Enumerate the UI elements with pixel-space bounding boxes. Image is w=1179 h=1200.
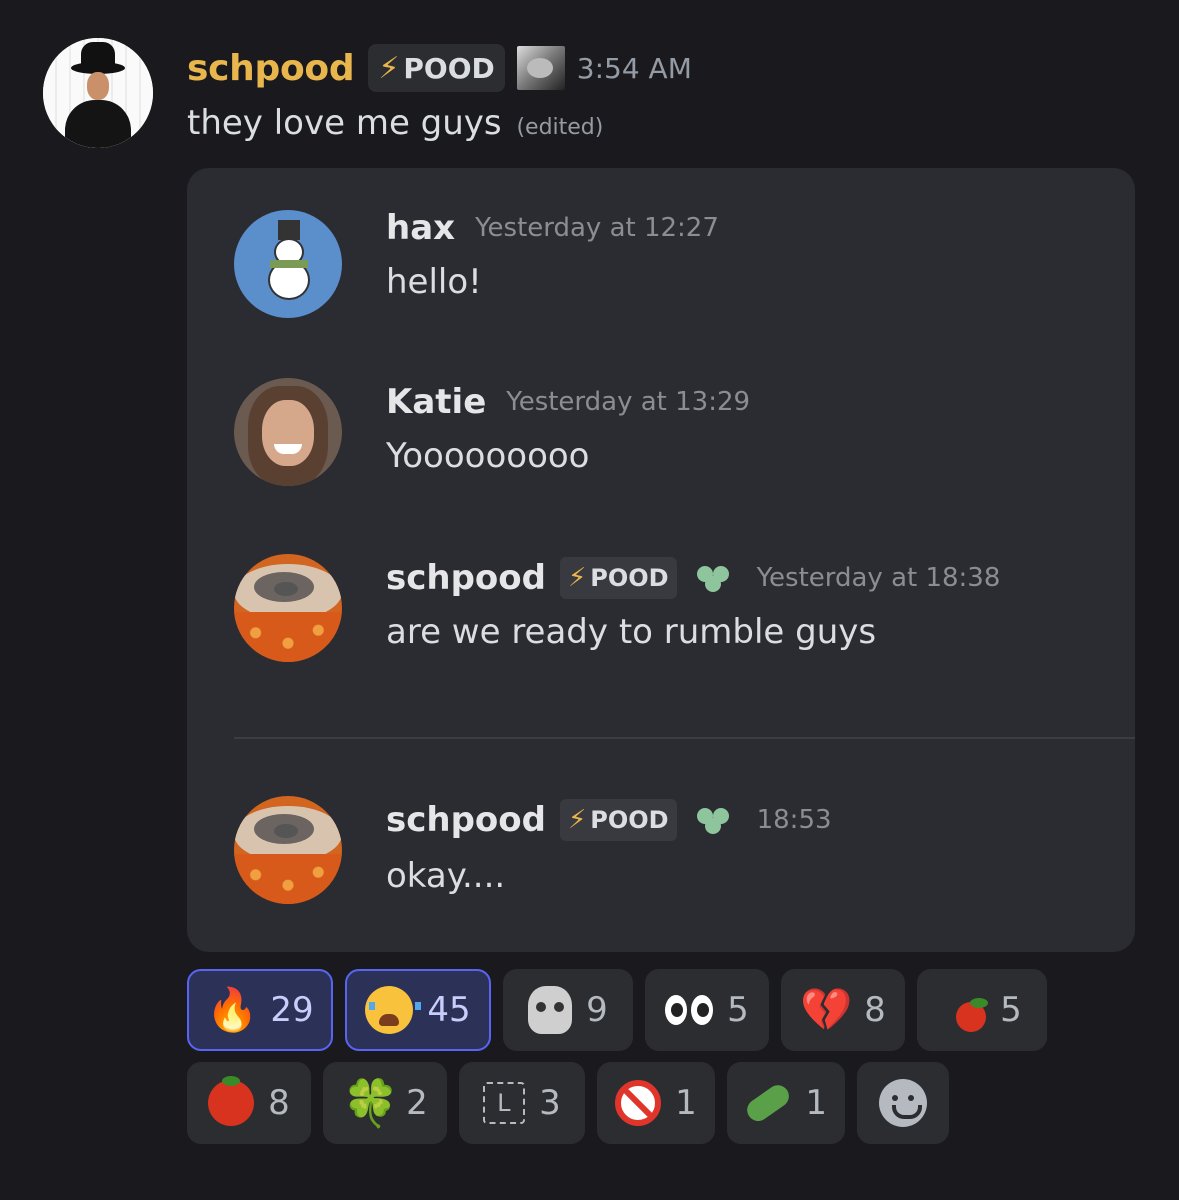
avatar-schpood (234, 554, 342, 662)
avatar-katie (234, 378, 342, 486)
quoted-timestamp: Yesterday at 13:29 (506, 387, 751, 417)
timestamp[interactable]: 3:54 AM (577, 52, 692, 85)
tomato-icon (956, 998, 989, 1032)
reaction-count: 29 (270, 990, 314, 1030)
quoted-username: schpood (386, 800, 546, 840)
reaction-count: 9 (586, 990, 608, 1030)
reaction-count: 2 (406, 1083, 428, 1123)
reaction-count: 1 (675, 1083, 697, 1123)
quoted-username: Katie (386, 382, 487, 422)
lightning-icon: ⚡ (378, 50, 400, 86)
letter-l-icon: L (483, 1082, 526, 1124)
reaction-count: 5 (1000, 990, 1022, 1030)
clan-tag: ⚡ POOD (560, 557, 677, 599)
quoted-header: hax Yesterday at 12:27 (386, 206, 719, 250)
reaction-row: 8 🍀 2 L 3 1 1 (187, 1062, 1087, 1144)
broken-heart-icon: 💔 (800, 985, 853, 1034)
clan-tag[interactable]: ⚡ POOD (368, 44, 505, 92)
reaction-count: 45 (427, 990, 471, 1030)
avatar-hax (234, 210, 342, 318)
role-icon (516, 46, 565, 90)
reaction-count: 3 (539, 1083, 561, 1123)
reaction-fire[interactable]: 🔥 29 (187, 969, 333, 1051)
quoted-header: Katie Yesterday at 13:29 (386, 380, 750, 424)
prohibited-icon (615, 1080, 662, 1126)
user-avatar[interactable] (43, 38, 153, 148)
eyes-icon (665, 995, 714, 1025)
edited-indicator: (edited) (516, 115, 604, 140)
reaction-count: 1 (805, 1083, 827, 1123)
message-header: schpood ⚡ POOD 3:54 AM (187, 44, 692, 92)
quoted-username: schpood (386, 558, 546, 598)
add-reaction-button[interactable] (857, 1062, 949, 1144)
reaction-crying[interactable]: 45 (345, 969, 491, 1051)
reaction-row: 🔥 29 45 9 5 💔 8 5 (187, 969, 1087, 1051)
clan-tag-label: POOD (590, 564, 669, 592)
divider (234, 737, 1135, 739)
tomato-icon (208, 1076, 255, 1126)
clan-tag-label: POOD (403, 51, 495, 85)
reaction-tomato-custom[interactable]: 5 (917, 969, 1047, 1051)
quoted-header: schpood ⚡ POOD Yesterday at 18:38 (386, 556, 1000, 600)
lightning-icon: ⚡ (568, 563, 587, 593)
quoted-timestamp: 18:53 (756, 805, 832, 835)
reaction-letter-l[interactable]: L 3 (459, 1062, 585, 1144)
reaction-prohibited[interactable]: 1 (597, 1062, 715, 1144)
reaction-count: 5 (727, 990, 749, 1030)
quoted-username: hax (386, 208, 456, 248)
clover-icon (691, 800, 737, 840)
avatar-schpood (234, 796, 342, 904)
fire-icon: 🔥 (206, 985, 259, 1034)
lightning-icon: ⚡ (568, 805, 587, 835)
message-text: they love me guys (edited) (187, 103, 603, 143)
quoted-timestamp: Yesterday at 12:27 (475, 213, 719, 243)
reaction-skull[interactable]: 9 (503, 969, 633, 1051)
reaction-tomato[interactable]: 8 (187, 1062, 311, 1144)
quoted-text: hello! (386, 262, 482, 302)
message-content: they love me guys (187, 103, 502, 143)
reaction-clover[interactable]: 🍀 2 (323, 1062, 447, 1144)
clan-tag-label: POOD (590, 806, 669, 834)
reaction-count: 8 (268, 1083, 290, 1123)
four-leaf-clover-icon: 🍀 (342, 1076, 400, 1130)
reaction-eyes[interactable]: 5 (645, 969, 769, 1051)
reaction-cucumber[interactable]: 1 (727, 1062, 845, 1144)
quoted-text: are we ready to rumble guys (386, 612, 877, 652)
cucumber-icon (742, 1080, 794, 1126)
clan-tag: ⚡ POOD (560, 799, 677, 841)
quoted-text: Yooooooooo (386, 436, 590, 476)
image-attachment[interactable]: hax Yesterday at 12:27 hello! Katie Yest… (187, 168, 1135, 952)
loudly-crying-face-icon (365, 986, 422, 1034)
username[interactable]: schpood (187, 48, 355, 89)
reaction-broken-heart[interactable]: 💔 8 (781, 969, 905, 1051)
quoted-header: schpood ⚡ POOD 18:53 (386, 798, 832, 842)
quoted-timestamp: Yesterday at 18:38 (756, 563, 1001, 593)
clover-icon (691, 558, 737, 598)
chat-message: schpood ⚡ POOD 3:54 AM they love me guys… (0, 0, 1179, 1200)
reaction-count: 8 (864, 990, 886, 1030)
skull-icon (528, 986, 573, 1034)
quoted-text: okay.... (386, 856, 506, 896)
add-reaction-icon (879, 1079, 927, 1127)
